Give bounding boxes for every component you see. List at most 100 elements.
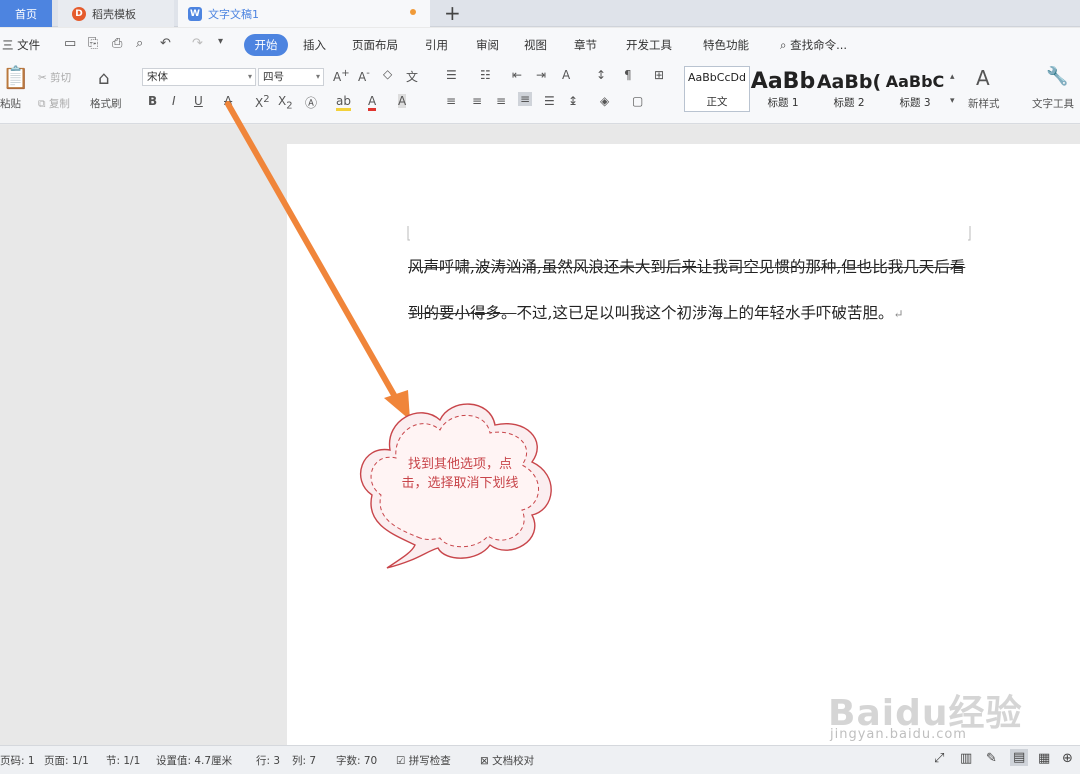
font-name-select[interactable]: 宋体 ▾ — [142, 68, 256, 86]
copy-button[interactable]: ⧉ 复制 — [38, 96, 70, 111]
page-view-icon[interactable]: ▤ — [1010, 749, 1029, 766]
callout-text: 找到其他选项，点击，选择取消下划线 — [401, 457, 519, 491]
redo-icon[interactable]: ↷ — [192, 36, 203, 51]
bullet-list-icon[interactable]: ☰ — [446, 68, 457, 82]
normal-text[interactable]: 不过,这已足以叫我这个初涉海上的年轻水手吓破苦胆。 — [517, 304, 894, 322]
chevron-down-icon: ▾ — [315, 72, 320, 81]
export-pdf-icon[interactable]: ⎘ — [88, 36, 98, 51]
menu-references[interactable]: 引用 — [425, 37, 448, 53]
print-icon[interactable]: ⎙ — [112, 36, 122, 51]
status-word-count[interactable]: 字数: 70 — [336, 753, 377, 768]
cut-label: 剪切 — [50, 72, 72, 84]
print-preview-icon[interactable]: ⌕ — [136, 36, 143, 51]
increase-indent-icon[interactable]: ⇥ — [536, 68, 546, 82]
italic-icon[interactable]: I — [172, 94, 176, 108]
style-normal[interactable]: AaBbCcDd 正文 — [684, 66, 750, 112]
font-color-icon[interactable]: A — [368, 94, 377, 111]
phonetic-icon[interactable]: 文 — [406, 68, 418, 85]
save-icon[interactable]: ▭ — [64, 36, 76, 51]
shading-icon[interactable]: ◈ — [600, 94, 609, 108]
paste-icon[interactable]: 📋 — [2, 66, 29, 91]
status-col[interactable]: 列: 7 — [292, 753, 316, 768]
baidu-watermark-url: jingyan.baidu.com — [830, 727, 967, 742]
styles-scroll-icon[interactable]: ▴ — [950, 72, 955, 82]
menu-insert[interactable]: 插入 — [303, 37, 326, 53]
subscript-icon[interactable]: X2 — [278, 94, 293, 111]
style-heading-1[interactable]: AaBb 标题 1 — [750, 66, 816, 112]
tab-template[interactable]: D 稻壳模板 — [58, 0, 174, 27]
sort-icon[interactable]: ↕ — [596, 68, 606, 82]
text-tools-button[interactable]: 文字工具 — [1032, 96, 1074, 111]
status-setting[interactable]: 设置值: 4.7厘米 — [156, 753, 232, 768]
format-painter-button[interactable]: 格式刷 — [90, 96, 122, 111]
grow-font-icon[interactable]: A+ — [333, 68, 350, 84]
status-page-number[interactable]: 页码: 1 — [0, 753, 35, 768]
undo-icon[interactable]: ↶ — [160, 36, 171, 51]
proofread-button[interactable]: ⊠ 文档校对 — [480, 753, 534, 768]
underline-icon[interactable]: U — [194, 94, 203, 108]
menu-developer[interactable]: 开发工具 — [626, 37, 672, 53]
wrench-icon[interactable]: 🔧 — [1046, 66, 1068, 87]
quick-access-dropdown-icon[interactable]: ▾ — [218, 36, 223, 47]
chevron-down-icon: ▾ — [247, 72, 252, 81]
tab-document-label: 文字文稿1 — [208, 7, 259, 21]
style-heading-2[interactable]: AaBb( 标题 2 — [816, 66, 882, 112]
borders-icon[interactable]: ▢ — [632, 94, 643, 108]
new-style-button[interactable]: 新样式 — [968, 96, 1000, 111]
shrink-font-icon[interactable]: A- — [358, 68, 370, 84]
format-painter-icon[interactable]: ⌂ — [98, 68, 109, 89]
style-normal-label: 正文 — [706, 96, 728, 108]
tab-bar: 首页 D 稻壳模板 W 文字文稿1 + — [0, 0, 1080, 27]
outline-view-icon[interactable]: ▦ — [1038, 751, 1050, 766]
new-style-icon[interactable]: A — [976, 66, 990, 90]
tab-document[interactable]: W 文字文稿1 — [178, 0, 430, 27]
web-view-icon[interactable]: ⊕ — [1062, 751, 1073, 766]
text-effect-icon[interactable]: Ⓐ — [305, 94, 317, 111]
superscript-icon[interactable]: X2 — [255, 94, 270, 110]
reading-mode-icon[interactable]: ▥ — [960, 751, 972, 766]
file-menu[interactable]: 三 文件 — [2, 37, 40, 53]
menu-page-layout[interactable]: 页面布局 — [352, 37, 398, 53]
fullscreen-icon[interactable]: ⤢ — [934, 751, 944, 766]
style-heading-3[interactable]: AaBbC 标题 3 — [882, 66, 948, 112]
styles-more-icon[interactable]: ▾ — [950, 96, 955, 106]
menu-features[interactable]: 特色功能 — [703, 37, 749, 53]
command-search[interactable]: ⌕ 查找命令... — [780, 37, 847, 53]
strikethrough-icon[interactable]: A — [224, 94, 232, 108]
tab-template-label: 稻壳模板 — [92, 7, 136, 21]
status-pages[interactable]: 页面: 1/1 — [44, 753, 89, 768]
search-icon: ⌕ — [780, 38, 787, 52]
highlight-icon[interactable]: ab — [336, 94, 351, 111]
spell-check-button[interactable]: ☑ 拼写检查 — [396, 753, 451, 768]
line-spacing-icon[interactable]: ↨ — [568, 94, 578, 108]
tab-home-label: 首页 — [15, 7, 37, 21]
tab-home[interactable]: 首页 — [0, 0, 52, 27]
justify-icon[interactable]: ≡ — [518, 92, 533, 106]
status-section[interactable]: 节: 1/1 — [106, 753, 140, 768]
write-mode-icon[interactable]: ✎ — [986, 751, 997, 766]
table-border-icon[interactable]: ⊞ — [654, 68, 664, 82]
menu-start[interactable]: 开始 — [244, 34, 288, 56]
menu-chapter[interactable]: 章节 — [574, 37, 597, 53]
clear-format-icon[interactable]: ◇ — [383, 67, 392, 81]
menu-view[interactable]: 视图 — [524, 37, 547, 53]
distributed-align-icon[interactable]: ☰ — [544, 94, 555, 108]
paste-button[interactable]: 粘贴 — [0, 96, 21, 111]
char-shading-icon[interactable]: A — [398, 94, 407, 108]
menu-review[interactable]: 审阅 — [476, 37, 499, 53]
show-marks-icon[interactable]: ¶ — [624, 68, 632, 82]
document-body-text[interactable]: 风声呼啸,波涛汹涌,虽然风浪还未大到后来让我司空见惯的那种,但也比我几天后看到的… — [408, 244, 978, 337]
docer-logo-icon: D — [72, 6, 86, 21]
numbered-list-icon[interactable]: ☷ — [480, 68, 491, 82]
bold-icon[interactable]: B — [148, 94, 157, 108]
cut-button[interactable]: ✂ 剪切 — [38, 70, 71, 85]
font-size-select[interactable]: 四号 ▾ — [258, 68, 324, 86]
align-center-icon[interactable]: ≡ — [472, 94, 482, 108]
chinese-layout-icon[interactable]: A — [562, 68, 570, 82]
decrease-indent-icon[interactable]: ⇤ — [512, 68, 522, 82]
status-row[interactable]: 行: 3 — [256, 753, 280, 768]
align-right-icon[interactable]: ≡ — [496, 94, 506, 108]
align-left-icon[interactable]: ≡ — [446, 94, 456, 108]
menu-bar: 三 文件 ▭ ⎘ ⎙ ⌕ ↶ ↷ ▾ 开始 插入 页面布局 引用 审阅 视图 章… — [0, 28, 1080, 62]
new-tab-button[interactable]: + — [444, 2, 461, 24]
